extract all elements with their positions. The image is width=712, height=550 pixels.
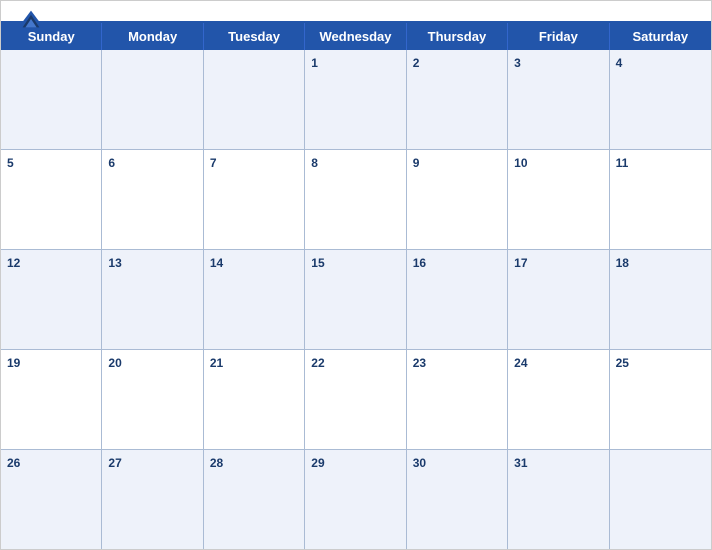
week-row-5: 26 27 28 29 30 31	[1, 450, 711, 549]
day-number: 3	[514, 56, 521, 70]
day-cell: 16	[407, 250, 508, 349]
day-number: 24	[514, 356, 527, 370]
day-header-saturday: Saturday	[610, 23, 711, 50]
day-cell: 12	[1, 250, 102, 349]
day-header-tuesday: Tuesday	[204, 23, 305, 50]
day-cell: 5	[1, 150, 102, 249]
day-cell: 26	[1, 450, 102, 549]
day-number: 5	[7, 156, 14, 170]
day-cell: 7	[204, 150, 305, 249]
day-number: 25	[616, 356, 629, 370]
day-cell: 17	[508, 250, 609, 349]
day-number: 31	[514, 456, 527, 470]
day-cell: 29	[305, 450, 406, 549]
calendar-grid: SundayMondayTuesdayWednesdayThursdayFrid…	[1, 21, 711, 549]
day-cell: 15	[305, 250, 406, 349]
day-cell: 20	[102, 350, 203, 449]
day-cell: 1	[305, 50, 406, 149]
day-cell: 28	[204, 450, 305, 549]
day-number: 17	[514, 256, 527, 270]
day-number: 4	[616, 56, 623, 70]
day-number: 28	[210, 456, 223, 470]
day-cell: 14	[204, 250, 305, 349]
day-number: 11	[616, 156, 629, 170]
day-cell: 31	[508, 450, 609, 549]
day-number: 23	[413, 356, 426, 370]
day-cell	[1, 50, 102, 149]
day-number: 16	[413, 256, 426, 270]
day-header-monday: Monday	[102, 23, 203, 50]
day-number: 26	[7, 456, 20, 470]
day-cell: 9	[407, 150, 508, 249]
day-number: 29	[311, 456, 324, 470]
day-cell	[102, 50, 203, 149]
day-number: 14	[210, 256, 223, 270]
day-number: 8	[311, 156, 318, 170]
day-header-thursday: Thursday	[407, 23, 508, 50]
day-cell: 25	[610, 350, 711, 449]
week-row-2: 5 6 7 8 9 10 11	[1, 150, 711, 250]
day-cell: 2	[407, 50, 508, 149]
day-number: 30	[413, 456, 426, 470]
day-cell: 4	[610, 50, 711, 149]
day-number: 18	[616, 256, 629, 270]
day-cell	[610, 450, 711, 549]
day-number: 13	[108, 256, 121, 270]
logo-area	[17, 9, 45, 31]
day-cell: 18	[610, 250, 711, 349]
day-number: 9	[413, 156, 420, 170]
day-number: 21	[210, 356, 223, 370]
day-cell: 21	[204, 350, 305, 449]
day-number: 10	[514, 156, 527, 170]
day-number: 7	[210, 156, 217, 170]
day-cell: 23	[407, 350, 508, 449]
day-cell: 19	[1, 350, 102, 449]
day-number: 20	[108, 356, 121, 370]
day-number: 6	[108, 156, 115, 170]
day-cell: 10	[508, 150, 609, 249]
week-row-3: 12 13 14 15 16 17 18	[1, 250, 711, 350]
weeks-container: 1234567891011121314151617181920212223242…	[1, 50, 711, 549]
day-cell: 30	[407, 450, 508, 549]
day-number: 19	[7, 356, 20, 370]
day-cell: 6	[102, 150, 203, 249]
day-number: 15	[311, 256, 324, 270]
logo-icon	[17, 9, 45, 29]
day-cell: 8	[305, 150, 406, 249]
day-cell: 3	[508, 50, 609, 149]
week-row-4: 19 20 21 22 23 24 25	[1, 350, 711, 450]
week-row-1: 1 2 3 4	[1, 50, 711, 150]
day-cell: 11	[610, 150, 711, 249]
calendar-container: SundayMondayTuesdayWednesdayThursdayFrid…	[0, 0, 712, 550]
day-number: 12	[7, 256, 20, 270]
day-header-friday: Friday	[508, 23, 609, 50]
day-cell: 24	[508, 350, 609, 449]
day-number: 27	[108, 456, 121, 470]
day-number: 1	[311, 56, 318, 70]
day-cell: 27	[102, 450, 203, 549]
day-cell	[204, 50, 305, 149]
day-cell: 22	[305, 350, 406, 449]
day-headers: SundayMondayTuesdayWednesdayThursdayFrid…	[1, 23, 711, 50]
calendar-header	[1, 1, 711, 21]
day-cell: 13	[102, 250, 203, 349]
day-header-wednesday: Wednesday	[305, 23, 406, 50]
day-number: 22	[311, 356, 324, 370]
day-number: 2	[413, 56, 420, 70]
